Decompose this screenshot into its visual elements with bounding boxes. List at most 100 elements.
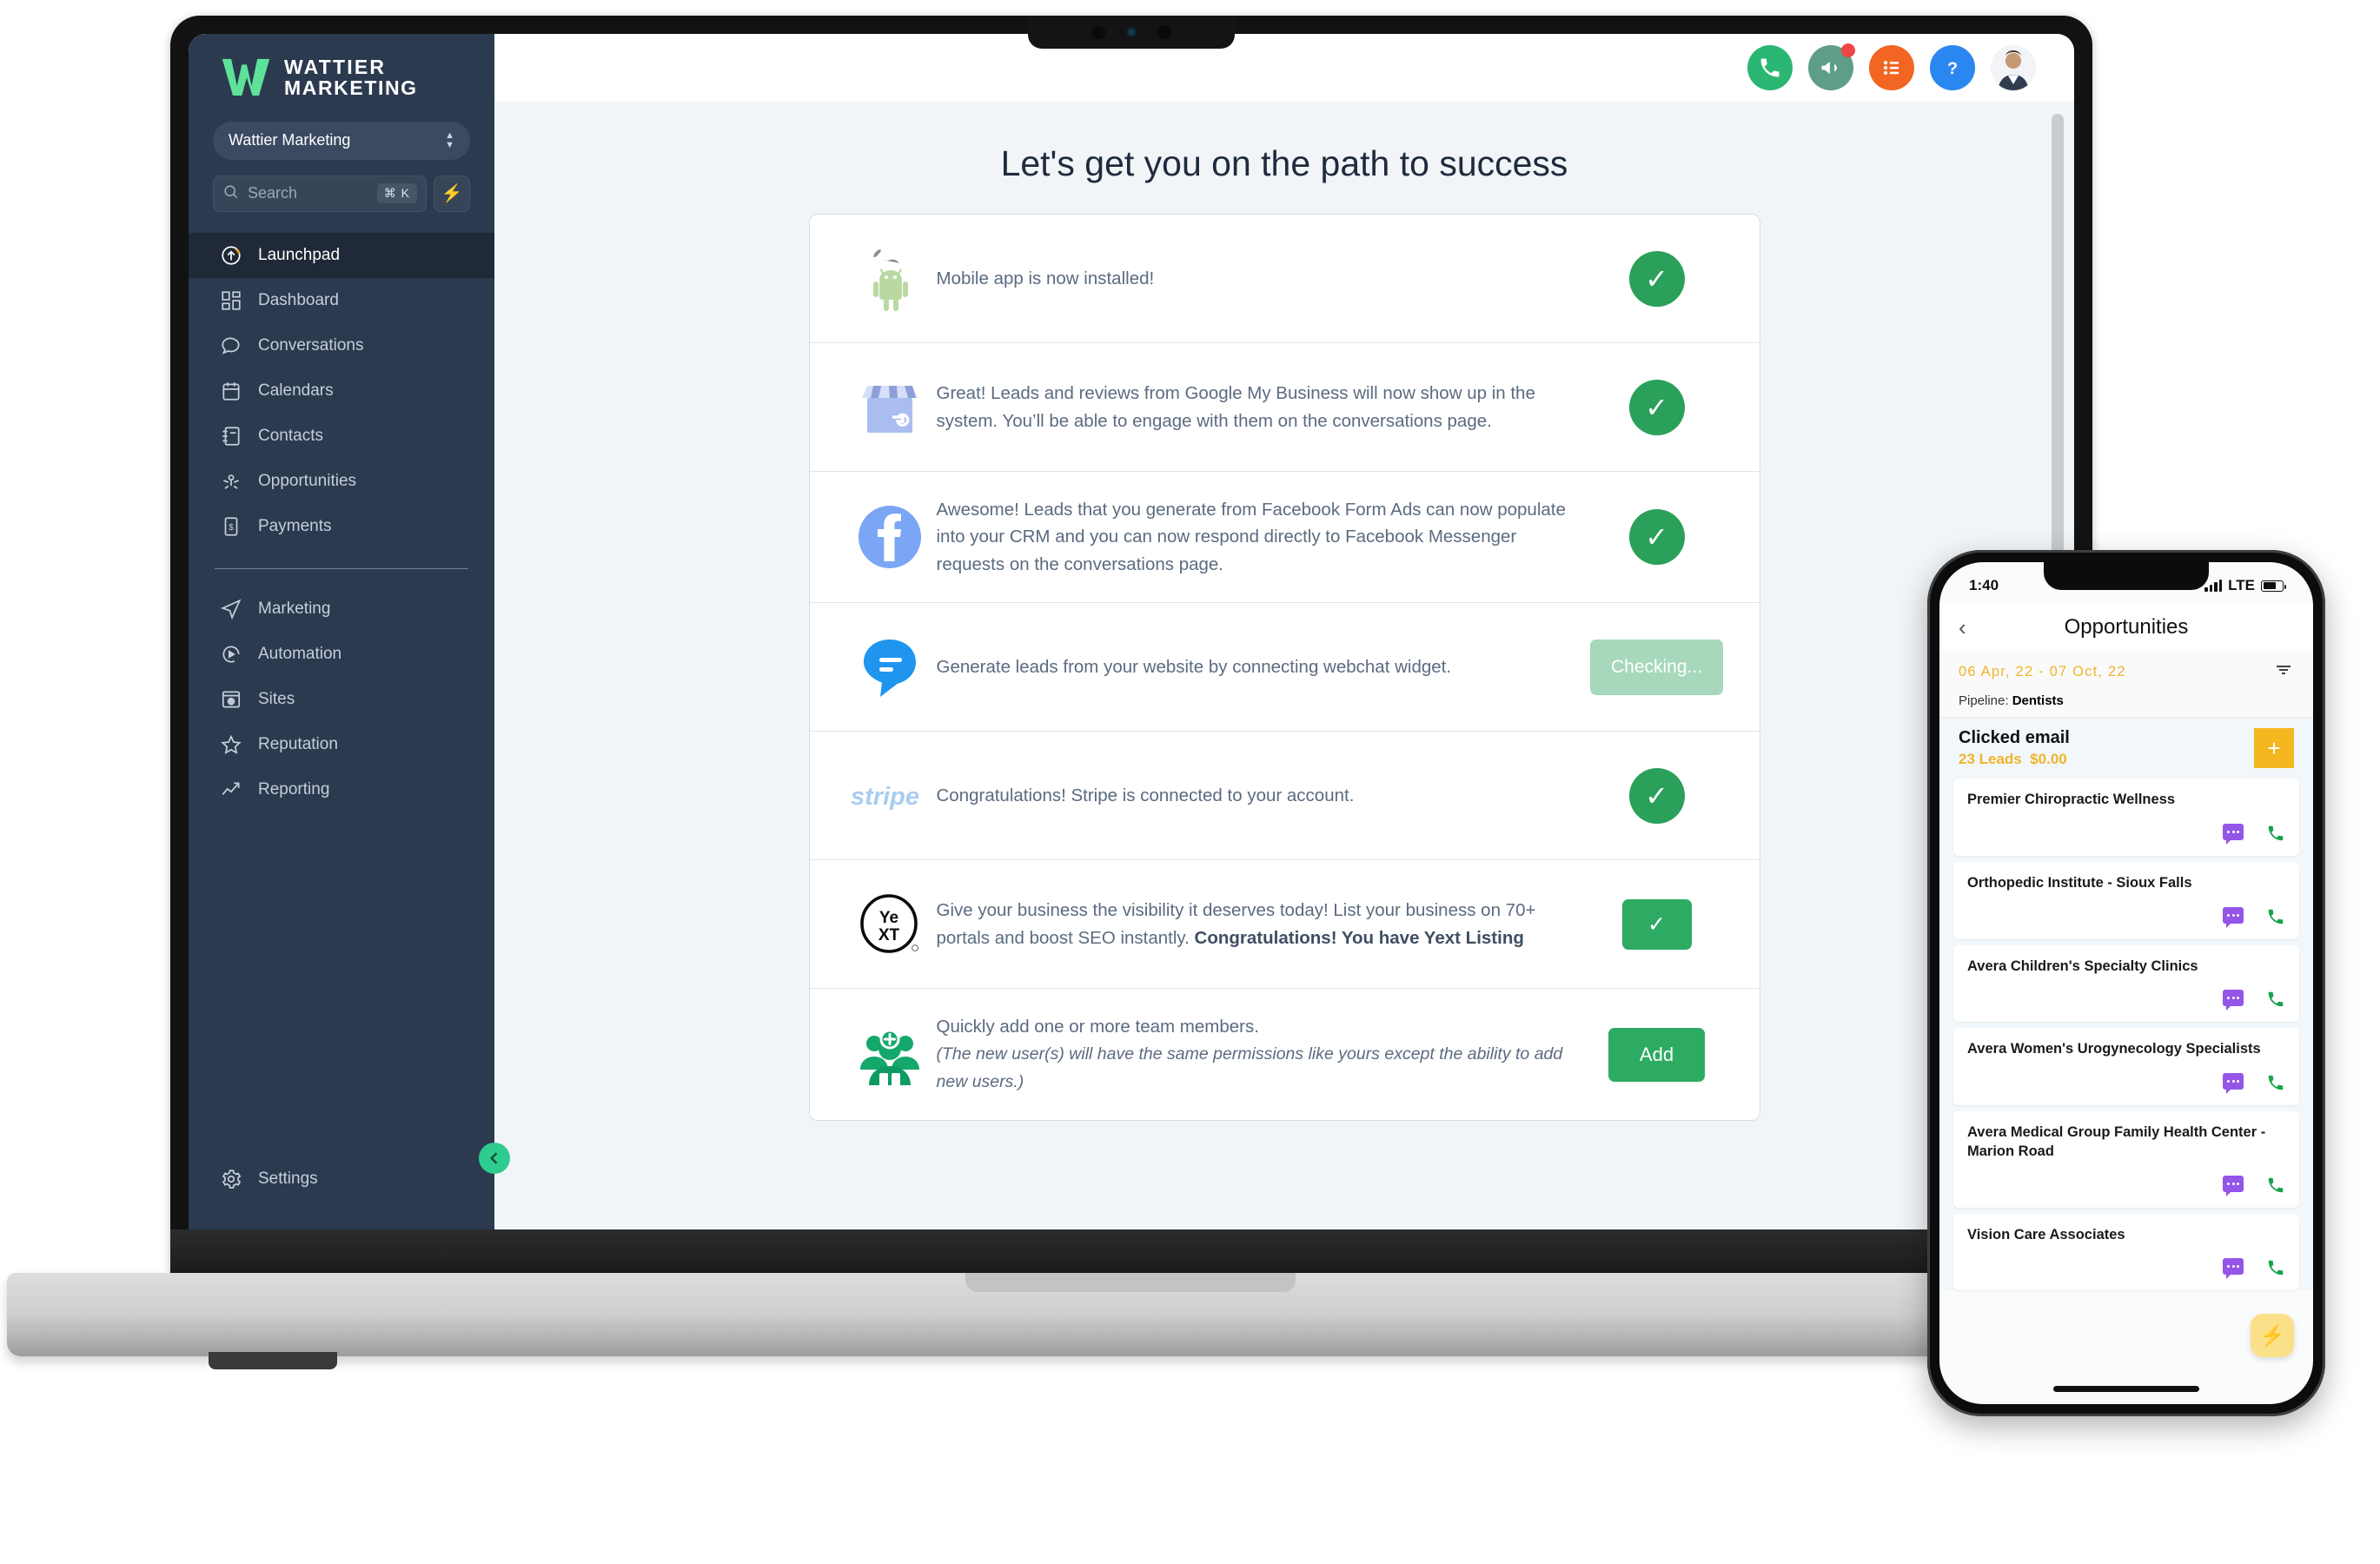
gear-icon bbox=[220, 1168, 242, 1190]
sidebar-item-label: Reporting bbox=[258, 779, 330, 799]
megaphone-icon[interactable] bbox=[1808, 43, 1855, 90]
sensor-dot-right bbox=[1157, 25, 1171, 39]
sidebar-item-settings[interactable]: Settings bbox=[189, 1156, 494, 1202]
list-item[interactable]: Avera Medical Group Family Health Center… bbox=[1953, 1111, 2299, 1208]
phone-call-icon[interactable] bbox=[2266, 1258, 2285, 1282]
tasks-list-icon[interactable] bbox=[1869, 45, 1914, 90]
checking-button[interactable]: Checking... bbox=[1589, 639, 1724, 695]
phone-call-icon[interactable] bbox=[2266, 990, 2285, 1013]
stage-leads-count: 23 Leads bbox=[1959, 751, 2022, 767]
phone-pipeline-row: Pipeline: Dentists bbox=[1939, 690, 2313, 718]
webchat-bubble-icon bbox=[843, 634, 937, 700]
svg-text:$: $ bbox=[229, 523, 234, 533]
lightning-icon[interactable]: ⚡ bbox=[2251, 1314, 2294, 1357]
laptop-camera-notch bbox=[1028, 16, 1235, 49]
lightning-icon[interactable]: ⚡ bbox=[434, 175, 470, 212]
pipeline-label: Pipeline: bbox=[1959, 693, 2009, 708]
opportunity-actions bbox=[1967, 990, 2285, 1013]
check-circle-icon: ✓ bbox=[1628, 509, 1685, 566]
list-item[interactable]: Premier Chiropractic Wellness bbox=[1953, 779, 2299, 856]
phone-call-icon[interactable] bbox=[2266, 1176, 2285, 1199]
sidebar-item-dashboard[interactable]: Dashboard bbox=[189, 278, 494, 323]
sidebar-item-automation[interactable]: Automation bbox=[189, 632, 494, 677]
browser-window-icon bbox=[220, 688, 242, 711]
sidebar-item-launchpad[interactable]: Launchpad bbox=[189, 232, 494, 278]
filter-icon[interactable] bbox=[2273, 659, 2294, 685]
phone-nav-bar: ‹ Opportunities bbox=[1939, 604, 2313, 651]
list-item[interactable]: Orthopedic Institute - Sioux Falls bbox=[1953, 861, 2299, 939]
sidebar-item-label: Reputation bbox=[258, 734, 338, 753]
sidebar-item-label: Contacts bbox=[258, 426, 323, 445]
laptop-device: WATTIER MARKETING Wattier Marketing ▲▼ bbox=[170, 16, 2092, 1277]
sidebar-item-label: Automation bbox=[258, 644, 342, 663]
sidebar-item-label: Dashboard bbox=[258, 290, 339, 309]
add-users-icon bbox=[843, 1023, 937, 1087]
add-opportunity-button[interactable]: + bbox=[2254, 728, 2294, 768]
sidebar-item-opportunities[interactable]: Opportunities bbox=[189, 459, 494, 504]
phone-call-icon[interactable] bbox=[1747, 45, 1793, 90]
apple-android-icon bbox=[843, 245, 937, 313]
checklist-row-action: Add bbox=[1588, 1027, 1727, 1082]
date-range-label[interactable]: 06 Apr, 22 - 07 Oct, 22 bbox=[1959, 664, 2126, 680]
laptop-base bbox=[7, 1273, 2253, 1356]
checklist-row-action: ✓ bbox=[1588, 898, 1727, 950]
stage-summary: 23 Leads $0.00 bbox=[1959, 751, 2070, 768]
battery-icon bbox=[2261, 580, 2286, 592]
user-avatar[interactable] bbox=[1991, 45, 2036, 90]
search-input[interactable]: Search ⌘ K bbox=[213, 175, 427, 212]
sidebar-item-conversations[interactable]: Conversations bbox=[189, 323, 494, 368]
message-icon[interactable] bbox=[2223, 1258, 2244, 1280]
checklist-row-text: Generate leads from your website by conn… bbox=[936, 656, 1452, 677]
opportunity-actions bbox=[1967, 906, 2285, 931]
svg-text:Ye: Ye bbox=[878, 909, 898, 927]
message-icon[interactable] bbox=[2223, 1175, 2244, 1196]
brand-line-1: WATTIER bbox=[284, 56, 387, 78]
sidebar-item-contacts[interactable]: Contacts bbox=[189, 414, 494, 459]
search-icon bbox=[222, 183, 239, 204]
checklist-row-webchat: Generate leads from your website by conn… bbox=[809, 603, 1760, 732]
brand-line-2: MARKETING bbox=[284, 76, 418, 100]
checklist-row-action: ✓ bbox=[1588, 379, 1727, 435]
sidebar-item-marketing[interactable]: Marketing bbox=[189, 586, 494, 632]
list-item[interactable]: Avera Women's Urogynecology Specialists bbox=[1953, 1028, 2299, 1106]
checklist-row-mobile-app: Mobile app is now installed! ✓ bbox=[809, 215, 1760, 343]
checklist-row-text-bold: Congratulations! You have Yext Listing bbox=[1194, 927, 1524, 948]
sidebar-item-sites[interactable]: Sites bbox=[189, 677, 494, 722]
yext-check-button[interactable]: ✓ bbox=[1621, 898, 1692, 950]
phone-call-icon[interactable] bbox=[2266, 907, 2285, 931]
sidebar-item-payments[interactable]: $ Payments bbox=[189, 504, 494, 549]
phone-call-icon[interactable] bbox=[2266, 1073, 2285, 1097]
help-question-icon[interactable]: ? bbox=[1930, 45, 1975, 90]
sidebar-collapse-button[interactable] bbox=[479, 1143, 510, 1174]
message-icon[interactable] bbox=[2223, 990, 2244, 1011]
sidebar-item-calendars[interactable]: Calendars bbox=[189, 368, 494, 414]
sidebar-item-label: Opportunities bbox=[258, 471, 357, 490]
checklist-row-text: Mobile app is now installed! bbox=[936, 268, 1155, 288]
search-placeholder: Search bbox=[248, 184, 298, 202]
list-item[interactable]: Avera Children's Specialty Clinics bbox=[1953, 944, 2299, 1023]
opportunity-name: Vision Care Associates bbox=[1967, 1226, 2125, 1243]
message-icon[interactable] bbox=[2223, 906, 2244, 928]
account-selector[interactable]: Wattier Marketing ▲ ▼ bbox=[213, 121, 470, 160]
status-time: 1:40 bbox=[1969, 577, 1999, 593]
opportunity-name: Orthopedic Institute - Sioux Falls bbox=[1967, 874, 2192, 891]
opportunity-actions bbox=[1967, 1258, 2285, 1282]
sidebar-item-reputation[interactable]: Reputation bbox=[189, 722, 494, 767]
laptop-screen: WATTIER MARKETING Wattier Marketing ▲▼ bbox=[189, 34, 2074, 1235]
svg-text:stripe: stripe bbox=[851, 783, 919, 811]
phone-screen: 1:40 LTE ‹ Opportunities 06 Apr, 22 - 07… bbox=[1939, 562, 2313, 1404]
add-user-button[interactable]: Add bbox=[1608, 1027, 1706, 1082]
list-item[interactable]: Vision Care Associates bbox=[1953, 1213, 2299, 1291]
message-icon[interactable] bbox=[2223, 1073, 2244, 1095]
phone-opportunity-list: Premier Chiropractic Wellness Orthopedic… bbox=[1939, 779, 2313, 1291]
phone-call-icon[interactable] bbox=[2266, 824, 2285, 847]
message-icon[interactable] bbox=[2223, 823, 2244, 845]
sidebar-item-reporting[interactable]: Reporting bbox=[189, 767, 494, 812]
phone-stage-header: Clicked email 23 Leads $0.00 + bbox=[1939, 718, 2313, 779]
sidebar-item-label: Marketing bbox=[258, 599, 331, 618]
stage-name: Clicked email bbox=[1959, 728, 2070, 747]
phone-notch bbox=[2044, 562, 2209, 590]
sidebar: WATTIER MARKETING Wattier Marketing ▲▼ bbox=[189, 34, 510, 1235]
calendar-icon bbox=[220, 380, 242, 402]
status-right-group: LTE bbox=[2204, 577, 2286, 594]
